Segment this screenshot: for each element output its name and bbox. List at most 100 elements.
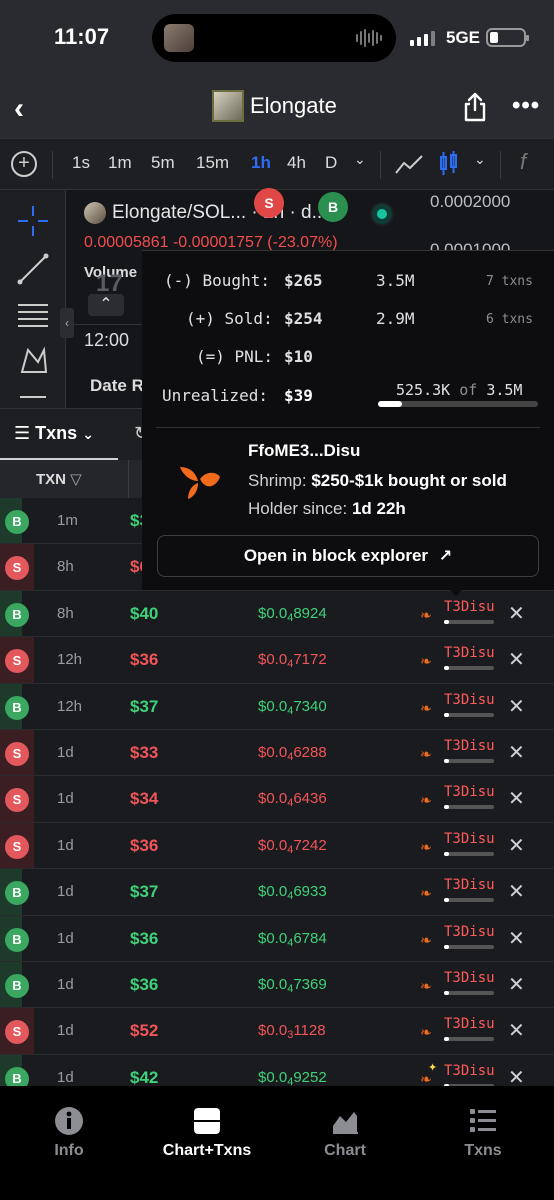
token-avatar — [212, 90, 244, 122]
interval-1h[interactable]: 1h — [251, 153, 271, 173]
table-row[interactable]: S 1d $36 $0.047242 ❧ T3Disu ✕ — [0, 822, 554, 870]
candlestick-icon[interactable] — [438, 149, 460, 179]
shrimp-icon: ❧ — [420, 931, 432, 948]
table-row[interactable]: S 1d $34 $0.046436 ❧ T3Disu ✕ — [0, 776, 554, 823]
table-row[interactable]: B 12h $37 $0.047340 ❧ T3Disu ✕ — [0, 683, 554, 730]
holding-progress-fill — [378, 401, 402, 407]
filter-icon[interactable]: ▽ — [70, 471, 82, 488]
column-divider — [128, 460, 129, 498]
table-row[interactable]: B 1d $37 $0.046933 ❧ T3Disu ✕ — [0, 869, 554, 916]
maker-cell[interactable]: ❧ T3Disu — [420, 645, 500, 675]
more-icon[interactable]: ••• — [512, 92, 540, 120]
tab-txns-bottom[interactable]: Txns — [414, 1106, 552, 1160]
maker-cell[interactable]: ❧ T3Disu — [420, 924, 500, 954]
table-row[interactable]: B 1d $36 $0.047369 ❧ T3Disu ✕ — [0, 961, 554, 1009]
maker-cell[interactable]: ❧ T3Disu — [420, 877, 500, 907]
table-row[interactable]: B 1d $36 $0.046784 ❧ T3Disu ✕ — [0, 915, 554, 962]
maker-name: T3Disu — [444, 830, 495, 847]
wallet-address: FfoME3...Disu — [248, 441, 361, 460]
interval-1m[interactable]: 1m — [108, 153, 132, 173]
close-icon[interactable]: ✕ — [508, 926, 525, 951]
external-link-icon: ↗ — [438, 548, 453, 565]
interval-1d[interactable]: D — [325, 153, 337, 173]
maker-holding-fill — [444, 1037, 449, 1042]
close-icon[interactable]: ✕ — [508, 972, 525, 997]
chart-type-chevron-down-icon[interactable]: ⌄ — [474, 151, 486, 168]
close-icon[interactable]: ✕ — [508, 833, 525, 858]
maker-cell[interactable]: ❧ T3Disu — [420, 692, 500, 722]
share-icon[interactable] — [462, 92, 488, 122]
collapse-legend-chevron-icon[interactable]: ⌃ — [88, 294, 124, 316]
holding-amount: 525.3K — [396, 381, 451, 399]
line-chart-icon[interactable] — [394, 153, 424, 175]
maker-cell[interactable]: ❧ T3Disu — [420, 784, 500, 814]
horizontal-lines-icon[interactable] — [16, 298, 50, 332]
interval-1s[interactable]: 1s — [72, 153, 90, 173]
tab-info[interactable]: Info — [0, 1106, 138, 1160]
price-digits: 1128 — [293, 1022, 326, 1040]
sell-badge: S — [5, 1020, 29, 1045]
price-prefix: $0.0 — [258, 929, 288, 947]
maker-cell[interactable]: ❧ T3Disu — [420, 599, 500, 629]
add-indicator-icon[interactable]: + — [11, 151, 37, 177]
table-row[interactable]: S 1d $52 $0.031128 ❧ T3Disu ✕ — [0, 1008, 554, 1055]
maker-holding-bar — [444, 758, 494, 763]
pattern-icon[interactable] — [16, 344, 50, 378]
maker-holding-fill — [444, 805, 449, 810]
close-icon[interactable]: ✕ — [508, 694, 525, 719]
table-row[interactable]: S 1d $33 $0.046288 ❧ T3Disu ✕ — [0, 729, 554, 777]
open-explorer-button[interactable]: Open in block explorer ↗ — [157, 535, 539, 577]
close-icon[interactable]: ✕ — [508, 879, 525, 904]
wallet-tier: Shrimp: $250-$1k bought or sold — [248, 471, 507, 491]
price-digits: 6436 — [293, 790, 327, 808]
date-range-button[interactable]: Date R — [90, 376, 144, 396]
txn-price: $0.046933 — [258, 883, 327, 902]
interval-chevron-down-icon[interactable]: ⌄ — [354, 151, 366, 168]
tab-chart[interactable]: Chart — [276, 1106, 414, 1160]
price-prefix: $0.0 — [258, 836, 288, 854]
close-icon[interactable]: ✕ — [508, 647, 525, 672]
trend-line-icon[interactable] — [16, 252, 50, 286]
close-icon[interactable]: ✕ — [508, 601, 525, 626]
close-icon[interactable]: ✕ — [508, 786, 525, 811]
table-row[interactable]: B 8h $40 $0.048924 ❧ T3Disu ✕ — [0, 590, 554, 638]
txn-age: 8h — [57, 558, 74, 576]
tab-chart-txns[interactable]: Chart+Txns — [138, 1106, 276, 1160]
formula-icon[interactable]: f — [520, 149, 526, 175]
txn-usd: $36 — [130, 974, 159, 994]
popup-divider — [156, 427, 540, 428]
column-txn[interactable]: TXN ▽ — [36, 470, 82, 488]
maker-holding-fill — [444, 851, 449, 856]
close-icon[interactable]: ✕ — [508, 740, 525, 765]
dynamic-island[interactable] — [152, 14, 396, 62]
interval-15m[interactable]: 15m — [196, 153, 229, 173]
page-title: Elongate — [250, 93, 337, 118]
pnl-value: $10 — [284, 347, 313, 366]
back-chevron-icon[interactable]: ‹ — [14, 92, 24, 126]
tab-txns-label: Txns — [35, 423, 78, 443]
shrimp-icon: ❧ — [420, 838, 432, 855]
maker-holding-bar — [444, 1037, 494, 1042]
interval-5m[interactable]: 5m — [151, 153, 175, 173]
maker-holding-bar — [444, 944, 494, 949]
tab-info-label: Info — [54, 1142, 84, 1159]
maker-holding-bar — [444, 666, 494, 671]
sell-marker: S — [254, 188, 284, 218]
collapse-tools-chevron-icon[interactable]: ‹ — [60, 308, 74, 338]
maker-cell[interactable]: ❧ T3Disu — [420, 831, 500, 861]
interval-4h[interactable]: 4h — [287, 153, 306, 173]
crosshair-icon[interactable] — [16, 204, 50, 238]
table-row[interactable]: S 12h $36 $0.047172 ❧ T3Disu ✕ — [0, 637, 554, 684]
maker-cell[interactable]: ❧ T3Disu — [420, 1016, 500, 1046]
txn-usd: $37 — [130, 882, 159, 902]
maker-name: T3Disu — [444, 923, 495, 940]
wallet-popup: (-) Bought: $265 3.5M 7 txns (+) Sold: $… — [142, 250, 554, 590]
more-tools-icon[interactable] — [16, 388, 50, 408]
txn-age: 1d — [57, 975, 74, 993]
close-icon[interactable]: ✕ — [508, 1018, 525, 1043]
maker-cell[interactable]: ❧ T3Disu — [420, 738, 500, 768]
tab-txns[interactable]: ☰ Txns ⌄ — [14, 423, 94, 444]
maker-cell[interactable]: ❧ T3Disu — [420, 970, 500, 1000]
price-prefix: $0.0 — [258, 651, 288, 669]
bottom-tab-bar: Info Chart+Txns Chart Txns — [0, 1086, 554, 1200]
